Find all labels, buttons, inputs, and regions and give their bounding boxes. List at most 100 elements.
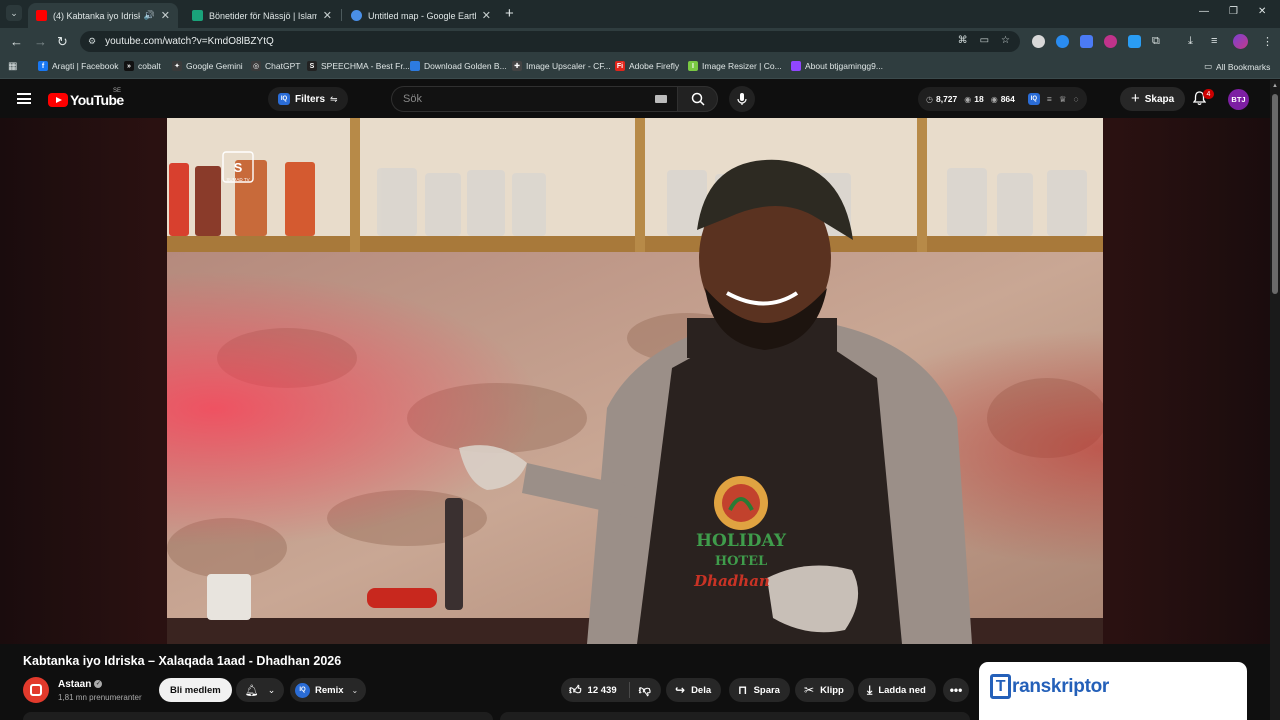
download-label: Ladda ned <box>878 684 926 696</box>
bookmark-speechma[interactable]: S SPEECHMA - Best Fr... <box>307 61 410 71</box>
trophy-icon[interactable]: ♕ <box>1059 94 1067 105</box>
scroll-up-arrow-icon[interactable]: ▲ <box>1272 83 1278 89</box>
list-icon[interactable]: ≡ <box>1047 94 1052 104</box>
search-input[interactable]: Sök <box>391 86 677 112</box>
reading-list-icon[interactable]: ≡ <box>1211 35 1217 47</box>
cast-icon[interactable]: ▭ <box>980 35 989 46</box>
extension-5-icon[interactable] <box>1128 35 1141 48</box>
extensions-puzzle-icon[interactable]: ⧉ <box>1152 35 1160 48</box>
bookmark-twitch[interactable]: About btjgamingg9... <box>791 61 883 71</box>
browser-profile-avatar[interactable] <box>1233 34 1248 49</box>
youtube-favicon-icon <box>36 10 47 21</box>
save-button[interactable]: ⊓ Spara <box>729 678 790 702</box>
share-button[interactable]: ↪ Dela <box>666 678 722 702</box>
restore-window-icon[interactable]: ❐ <box>1229 6 1238 17</box>
channel-avatar[interactable] <box>23 677 49 703</box>
extension-stats-bar[interactable]: ◷ 8,727 ◉ 18 ◉ 864 IQ ≡ ♕ ◌ <box>918 87 1087 111</box>
extension-1-icon[interactable] <box>1032 35 1045 48</box>
browser-menu-icon[interactable]: ⋮ <box>1262 35 1273 48</box>
more-actions-button[interactable]: ••• <box>943 678 969 702</box>
bookmark-gemini[interactable]: ✦ Google Gemini <box>172 61 243 71</box>
join-membership-button[interactable]: Bli medlem <box>159 678 232 702</box>
bookmark-image-resizer[interactable]: I Image Resizer | Co... <box>688 61 782 71</box>
download-icon: ⤓ <box>867 682 873 697</box>
youtube-play-icon <box>48 93 68 107</box>
filters-label: Filters <box>295 93 326 105</box>
transkriptor-ad-card[interactable]: T ranskriptor <box>979 662 1247 720</box>
close-tab-icon[interactable]: ✕ <box>482 9 491 22</box>
facebook-icon: f <box>38 61 48 71</box>
bookmark-cobalt[interactable]: » cobalt <box>124 61 161 71</box>
thumbs-down-icon[interactable]: 👎︎ <box>639 683 651 698</box>
extension-translate-icon[interactable] <box>1080 35 1093 48</box>
minimize-window-icon[interactable]: — <box>1199 6 1209 17</box>
extension-2-icon[interactable] <box>1056 35 1069 48</box>
islam-nu-favicon-icon <box>192 10 203 21</box>
close-tab-icon[interactable]: ✕ <box>323 9 332 22</box>
translate-icon[interactable]: ⌘ <box>958 35 968 46</box>
youtube-wordmark: YouTube <box>70 92 124 108</box>
video-title: Kabtanka iyo Idriska – Xalaqada 1aad - D… <box>23 654 342 668</box>
bookmark-facebook[interactable]: f Aragti | Facebook <box>38 61 118 71</box>
chat-icon[interactable]: ◌ <box>1073 94 1078 104</box>
browser-tab-islam[interactable]: Bönetider för Nässjö | Islam.nu ✕ <box>184 3 340 28</box>
url-text[interactable]: youtube.com/watch?v=KmdO8lBZYtQ <box>105 36 274 47</box>
bookmark-upscaler[interactable]: ✚ Image Upscaler - CF... <box>512 61 611 71</box>
close-window-icon[interactable]: ✕ <box>1258 6 1266 17</box>
site-info-icon[interactable]: ⚙ <box>88 36 96 47</box>
channel-name-row[interactable]: Astaan ✓ <box>58 679 103 690</box>
guide-menu-icon[interactable] <box>17 93 31 104</box>
bookmark-star-icon[interactable]: ☆ <box>1001 35 1010 46</box>
close-tab-icon[interactable]: ✕ <box>161 9 170 22</box>
browser-tab-google-earth[interactable]: Untitled map - Google Earth ✕ <box>343 3 499 28</box>
account-avatar[interactable]: BTJ <box>1228 89 1249 110</box>
bookmark-label: Image Resizer | Co... <box>702 61 782 71</box>
video-player[interactable]: HOLIDAY HOTEL Dhadhan S SUMAD TV <box>167 118 1103 644</box>
new-tab-plus-icon[interactable]: + <box>505 5 514 22</box>
tab-search-menu-button[interactable]: ⌄ <box>6 5 22 21</box>
create-button[interactable]: + Skapa <box>1120 87 1186 111</box>
apps-grid-icon[interactable]: ▦ <box>8 61 17 72</box>
like-count[interactable]: 12 439 <box>588 685 617 696</box>
bookmark-chatgpt[interactable]: ◎ ChatGPT <box>251 61 300 71</box>
bell-icon: 🔔︎ <box>244 684 259 697</box>
search-button[interactable] <box>677 86 718 112</box>
resizer-icon: I <box>688 61 698 71</box>
gemini-icon: ✦ <box>172 61 182 71</box>
chatgpt-icon: ◎ <box>251 61 261 71</box>
audio-playing-icon[interactable]: 🔊 <box>144 10 155 21</box>
address-bar[interactable]: ⚙ youtube.com/watch?v=KmdO8lBZYtQ ⌘ ▭ ☆ <box>80 31 1020 52</box>
reload-icon[interactable]: ↻ <box>57 34 68 50</box>
search-icon <box>691 92 705 106</box>
page-scrollbar[interactable]: ▲ <box>1270 80 1280 720</box>
download-button[interactable]: ⤓ Ladda ned <box>858 678 936 702</box>
create-label: Skapa <box>1144 93 1175 105</box>
forward-arrow-icon[interactable]: → <box>34 34 47 49</box>
filters-button[interactable]: IQ Filters ⇋ <box>268 87 348 111</box>
transkriptor-logo[interactable]: T ranskriptor <box>990 674 1109 699</box>
tab-title: (4) Kabtanka iyo Idriska – X <box>53 10 140 21</box>
downloads-icon[interactable]: ⤓ <box>1188 35 1193 48</box>
bookmark-label: Aragti | Facebook <box>52 61 119 71</box>
voice-search-button[interactable] <box>729 86 755 112</box>
bookmark-golden-book[interactable]: Download Golden B... <box>410 61 507 71</box>
browser-tab-strip: ⌄ (4) Kabtanka iyo Idriska – X 🔊 ✕ Bönet… <box>0 0 1280 28</box>
thumbs-up-icon[interactable]: 👍︎ <box>569 683 582 698</box>
subscription-notifications-button[interactable]: 🔔︎ ⌄ <box>236 678 284 702</box>
scrollbar-thumb[interactable] <box>1272 94 1278 294</box>
subscriber-count: 1,81 mn prenumeranter <box>58 693 142 702</box>
bookmark-adobe-firefly[interactable]: Fi Adobe Firefly <box>615 61 679 71</box>
clip-button[interactable]: ✂ Klipp <box>795 678 854 702</box>
all-bookmarks-folder[interactable]: ▭ All Bookmarks <box>1204 61 1270 72</box>
channel-name[interactable]: Astaan <box>58 679 91 690</box>
plus-icon: + <box>1131 89 1140 107</box>
keyboard-icon[interactable] <box>655 95 667 103</box>
extension-4-icon[interactable] <box>1104 35 1117 48</box>
youtube-logo[interactable]: YouTube SE <box>48 88 124 108</box>
browser-tab-youtube[interactable]: (4) Kabtanka iyo Idriska – X 🔊 ✕ <box>28 3 178 28</box>
bookmark-label: SPEECHMA - Best Fr... <box>321 61 410 71</box>
back-arrow-icon[interactable]: ← <box>10 34 23 49</box>
iq-extension-icon[interactable]: IQ <box>1027 93 1040 105</box>
share-arrow-icon: ↪ <box>675 683 686 697</box>
remix-button[interactable]: IQ Remix ⌄ <box>290 678 367 702</box>
